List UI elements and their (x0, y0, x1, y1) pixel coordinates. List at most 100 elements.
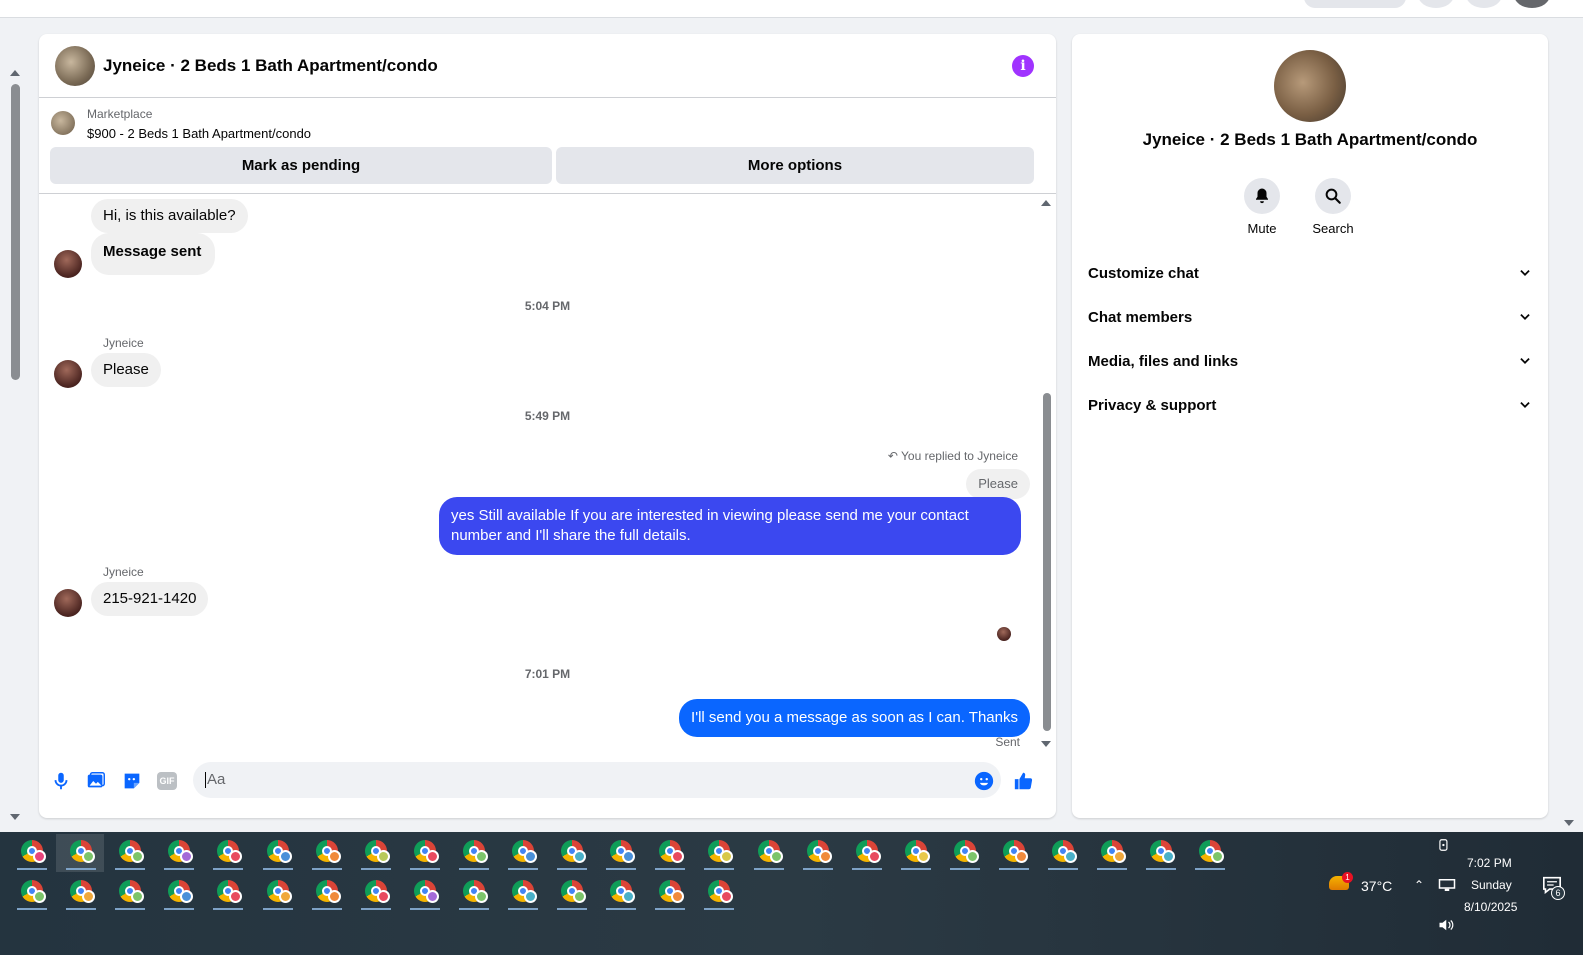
chrome-profile-taskbar-icon[interactable] (704, 836, 735, 870)
right-scroll-down-arrow-icon[interactable] (1564, 820, 1574, 826)
chrome-profile-taskbar-icon[interactable] (655, 876, 686, 910)
chat-title[interactable]: Jyneice · 2 Beds 1 Bath Apartment/condo (103, 56, 438, 76)
more-options-button[interactable]: More options (556, 147, 1034, 184)
chrome-profile-taskbar-icon[interactable] (458, 876, 489, 910)
profile-badge-icon (622, 850, 636, 863)
info-icon[interactable]: i (1012, 55, 1034, 77)
network-icon[interactable] (1438, 878, 1456, 892)
chrome-profile-taskbar-icon[interactable] (508, 836, 538, 870)
chrome-profile-taskbar-icon[interactable] (802, 836, 833, 870)
page-scrollbar[interactable] (4, 66, 26, 826)
meet-now-icon[interactable] (1437, 838, 1451, 852)
chrome-profile-taskbar-icon[interactable] (262, 876, 293, 910)
profile-badge-icon (916, 850, 930, 863)
chrome-profile-taskbar-icon[interactable] (213, 876, 244, 910)
chrome-profile-taskbar-icon[interactable] (851, 836, 882, 870)
chrome-profile-taskbar-icon[interactable] (458, 836, 489, 870)
chevron-down-icon (1520, 358, 1530, 364)
customize-chat-section[interactable]: Customize chat (1088, 253, 1532, 293)
chrome-profile-taskbar-icon[interactable] (557, 876, 588, 910)
message-bubble-outgoing: I'll send you a message as soon as I can… (679, 699, 1030, 737)
listing-profile-image[interactable] (1274, 50, 1346, 122)
message-scrollbar-thumb[interactable] (1043, 393, 1051, 731)
chrome-profile-taskbar-icon[interactable] (1097, 836, 1128, 870)
profile-badge-icon (180, 890, 194, 903)
scroll-up-arrow-icon[interactable] (1041, 200, 1051, 206)
profile-badge-icon (965, 850, 979, 863)
profile-badge-icon (376, 890, 390, 903)
sticker-icon[interactable] (121, 770, 143, 792)
chrome-profile-taskbar-icon[interactable] (704, 876, 735, 910)
media-files-links-section[interactable]: Media, files and links (1088, 341, 1532, 381)
chrome-profile-taskbar-icon[interactable] (409, 836, 440, 870)
chrome-profile-taskbar-icon[interactable] (606, 876, 637, 910)
search-label: Search (1312, 221, 1354, 236)
like-icon[interactable] (1013, 770, 1035, 792)
avatar[interactable] (54, 589, 82, 617)
chrome-profile-taskbar-icon[interactable] (999, 836, 1029, 870)
avatar[interactable] (54, 360, 82, 388)
scroll-down-arrow-icon[interactable] (10, 814, 20, 820)
avatar[interactable] (54, 250, 82, 278)
chrome-profile-taskbar-icon[interactable] (1195, 836, 1226, 870)
chrome-profile-taskbar-icon[interactable] (1048, 836, 1079, 870)
chrome-profile-taskbar-icon[interactable] (360, 876, 391, 910)
scroll-down-arrow-icon[interactable] (1041, 741, 1051, 747)
chrome-profile-taskbar-icon[interactable] (311, 836, 342, 870)
chat-members-section[interactable]: Chat members (1088, 297, 1532, 337)
chrome-profile-taskbar-icon[interactable] (17, 836, 47, 870)
chrome-profile-taskbar-icon[interactable] (606, 836, 637, 870)
photo-icon[interactable] (85, 770, 107, 792)
mark-as-pending-button[interactable]: Mark as pending (50, 147, 552, 184)
emoji-icon[interactable] (973, 770, 995, 792)
chrome-profile-taskbar-icon[interactable] (949, 836, 980, 870)
nav-menu-button[interactable] (1418, 0, 1454, 8)
clock-date[interactable]: 8/10/2025 (1464, 900, 1517, 914)
section-label: Privacy & support (1088, 396, 1217, 414)
volume-icon[interactable] (1438, 918, 1456, 932)
nav-messenger-button[interactable] (1466, 0, 1502, 8)
microphone-icon[interactable] (50, 770, 72, 792)
profile-badge-icon (818, 850, 832, 863)
chrome-profile-taskbar-icon[interactable] (311, 876, 342, 910)
listing-title[interactable]: $900 - 2 Beds 1 Bath Apartment/condo (87, 126, 311, 141)
chrome-profile-taskbar-icon[interactable] (164, 836, 195, 870)
chrome-profile-taskbar-icon[interactable] (753, 836, 784, 870)
nav-search-pill[interactable] (1304, 0, 1406, 8)
message-scrollbar[interactable] (1040, 200, 1052, 747)
clock-day[interactable]: Sunday (1471, 878, 1512, 892)
chrome-profile-taskbar-icon[interactable] (900, 836, 931, 870)
chrome-profile-taskbar-icon[interactable] (1146, 836, 1177, 870)
chrome-profile-taskbar-icon[interactable] (66, 876, 97, 910)
search-button[interactable]: Search (1298, 178, 1368, 236)
clock-time[interactable]: 7:02 PM (1467, 856, 1512, 870)
chrome-profile-taskbar-icon[interactable] (66, 836, 97, 870)
weather-temperature[interactable]: 37°C (1361, 878, 1392, 894)
message-bubble-incoming: Message sent (91, 233, 216, 275)
listing-avatar[interactable] (55, 45, 95, 86)
chrome-profile-taskbar-icon[interactable] (360, 836, 391, 870)
message-status: Sent (995, 735, 1020, 749)
profile-badge-icon (524, 850, 537, 863)
message-input[interactable]: Aa (193, 762, 1001, 798)
scroll-up-arrow-icon[interactable] (10, 70, 20, 76)
chrome-profile-taskbar-icon[interactable] (213, 836, 244, 870)
chrome-profile-taskbar-icon[interactable] (557, 836, 588, 870)
profile-badge-icon (867, 850, 881, 863)
privacy-support-section[interactable]: Privacy & support (1088, 385, 1532, 425)
mute-button[interactable]: Mute (1227, 178, 1297, 236)
page-scrollbar-thumb[interactable] (11, 84, 20, 380)
chrome-profile-taskbar-icon[interactable] (508, 876, 538, 910)
chrome-profile-taskbar-icon[interactable] (17, 876, 47, 910)
chrome-profile-taskbar-icon[interactable] (262, 836, 293, 870)
chrome-profile-taskbar-icon[interactable] (164, 876, 195, 910)
show-hidden-icons-chevron-icon[interactable]: ⌃ (1414, 878, 1424, 892)
chrome-profile-taskbar-icon[interactable] (655, 836, 686, 870)
chrome-profile-taskbar-icon[interactable] (115, 836, 146, 870)
nav-account-avatar[interactable] (1514, 0, 1550, 8)
gif-icon[interactable]: GIF (157, 772, 177, 790)
listing-thumbnail[interactable] (51, 111, 75, 135)
quoted-message[interactable]: Please (966, 469, 1030, 499)
chrome-profile-taskbar-icon[interactable] (115, 876, 146, 910)
chrome-profile-taskbar-icon[interactable] (409, 876, 440, 910)
